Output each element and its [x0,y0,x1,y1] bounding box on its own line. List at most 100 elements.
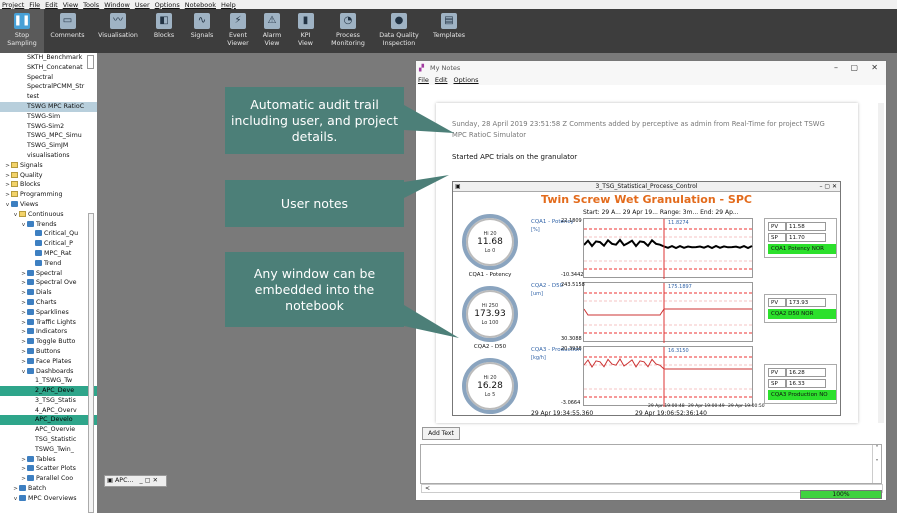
add-text-button[interactable]: Add Text [422,427,460,440]
menu-user[interactable]: User [135,1,150,9]
comments-button[interactable]: ▭ Comments [44,9,91,53]
visualisation-button[interactable]: 〰 Visualisation [91,9,145,53]
tree-item[interactable]: Critical_P [0,239,97,249]
menu-project[interactable]: Project [2,1,24,9]
tree-item[interactable]: > Indicators [0,327,97,337]
tree-item[interactable]: TSWG-Sim [0,112,97,122]
close-icon[interactable]: ✕ [871,61,878,75]
minimize-icon[interactable]: – [834,61,838,75]
tree-item[interactable]: APC_Overvie [0,425,97,435]
tree-item[interactable]: v Views [0,200,97,210]
tree-item[interactable]: 1_TSWG_Tw [0,376,97,386]
notes-menu-file[interactable]: File [418,76,429,84]
tree-item[interactable]: > Buttons [0,347,97,357]
tree-item-label: Quality [20,171,43,179]
notebook-scrollbar[interactable] [878,103,884,423]
tree-item[interactable]: > Traffic Lights [0,318,97,328]
signals-button[interactable]: ∿ Signals [183,9,221,53]
tree-item[interactable]: Trend [0,259,97,269]
tree-item[interactable]: > Scatter Plots [0,464,97,474]
tree-item[interactable]: > Batch [0,484,97,494]
data-quality-inspection-button[interactable]: ● Data Quality Inspection [374,9,424,53]
alarm-view-button[interactable]: ⚠ Alarm View [255,9,289,53]
tree-item[interactable]: test [0,92,97,102]
note-input-scrollbar[interactable]: ˄ ˅ [872,445,881,483]
tree-item[interactable]: > Quality [0,171,97,181]
menu-view[interactable]: View [63,1,78,9]
chevron-down-icon[interactable]: v [12,495,19,505]
kpi-view-button[interactable]: ▮ KPI View [289,9,322,53]
tree-item[interactable]: 3_TSG_Statis [0,396,97,406]
user-note-text[interactable]: Started APC trials on the granulator [452,153,842,161]
minimized-window[interactable]: ▣ APC... _ ▢ ✕ [104,475,167,487]
tree-item[interactable]: MPC_Rat [0,249,97,259]
tree-item[interactable]: > Sparklines [0,308,97,318]
tree-item[interactable]: SKTH_Concatenat [0,63,97,73]
tree-item[interactable]: visualisations [0,151,97,161]
menu-notebook[interactable]: Notebook [185,1,216,9]
plot-ymax: 20.3938 [561,346,582,352]
spc-window-controls[interactable]: – ▢ ✕ [819,182,837,192]
maximize-icon[interactable]: ▢ [850,61,858,75]
tree-item[interactable]: TSWG_MPC_Simu [0,131,97,141]
folder-icon [27,455,34,462]
tree-item[interactable]: > Programming [0,190,97,200]
tree-item[interactable]: TSWG MPC RatioC [0,101,97,112]
notebook-page[interactable]: Sunday, 28 April 2019 23:51:58 Z Comment… [436,103,858,423]
menu-file[interactable]: File [29,1,40,9]
window-controls[interactable]: _ ▢ ✕ [140,477,158,484]
tree-item[interactable]: > Blocks [0,180,97,190]
alarm-view-button-label: Alarm [262,32,282,39]
embedded-spc-window[interactable]: ▣ 3_TSG_Statistical_Process_Control – ▢ … [452,181,841,417]
menu-edit[interactable]: Edit [45,1,58,9]
templates-button[interactable]: ▤ Templates [424,9,474,53]
tree-item[interactable]: > Tables [0,455,97,465]
tree-item-label: TSWG_MPC_Simu [27,132,82,140]
stop-sampling-button[interactable]: ❚❚ Stop Sampling [0,9,44,53]
blocks-button[interactable]: ◧ Blocks [145,9,183,53]
menu-help[interactable]: Help [221,1,236,9]
tree-item[interactable]: > Spectral Ove [0,278,97,288]
tree-item[interactable]: Spectral [0,73,97,83]
tree-item[interactable]: v Trends [0,220,97,230]
tree-item[interactable]: APC_Develo [0,415,97,426]
tree-item[interactable]: 4_APC_Overv [0,406,97,416]
event-viewer-button[interactable]: ⚡ Event Viewer [221,9,255,53]
tree-scrollbar[interactable] [88,213,94,513]
note-input[interactable]: ˄ ˅ < [420,444,883,493]
menu-tools[interactable]: Tools [83,1,99,9]
folder-icon [11,181,18,188]
trend-plot-2[interactable]: 175.1897 [583,282,754,343]
tree-item[interactable]: Critical_Qu [0,229,97,239]
tree-item[interactable]: 2_APC_Deve [0,386,97,396]
tree-item[interactable]: TSWG_Twin_ [0,445,97,455]
tree-item[interactable]: v Continuous [0,210,97,220]
menu-options[interactable]: Options [155,1,180,9]
tree-item[interactable]: > Parallel Coo [0,474,97,484]
status-badge: CQA2 D50 NOR [768,309,836,319]
menu-window[interactable]: Window [104,1,130,9]
tree-item[interactable]: > Charts [0,298,97,308]
tree-item-label: TSWG-Sim2 [27,122,65,130]
tree-item[interactable]: SKTH_Benchmark [0,53,97,63]
tree-item[interactable]: SpectralPCMM_Str [0,82,97,92]
alarm-view-button-label: View [264,40,280,47]
tree-item[interactable]: > Dials [0,288,97,298]
trend-plot-1[interactable]: 11.8274 [583,218,754,279]
tree-item[interactable]: TSWG-Sim2 [0,122,97,132]
notes-menu-options[interactable]: Options [453,76,478,84]
tree-item[interactable]: TSWG_SimJM [0,141,97,151]
tree-item[interactable]: > Spectral [0,269,97,279]
tree-item-label: Spectral [36,269,62,277]
trend-plot-3[interactable]: 16.3150 [583,346,754,407]
tree-scrollbar-top[interactable] [87,55,94,69]
tree-item[interactable]: > Signals [0,161,97,171]
process-monitoring-button[interactable]: ◔ Process Monitoring [322,9,374,53]
tree-item[interactable]: > Face Plates [0,357,97,367]
tree-item[interactable]: > Toggle Butto [0,337,97,347]
notes-menu-edit[interactable]: Edit [435,76,448,84]
tree-item[interactable]: v MPC Overviews [0,494,97,504]
tree-item[interactable]: v Dashboards [0,367,97,377]
tree-item[interactable]: TSG_Statistic [0,435,97,445]
tree-item-label: Parallel Coo [36,475,74,483]
